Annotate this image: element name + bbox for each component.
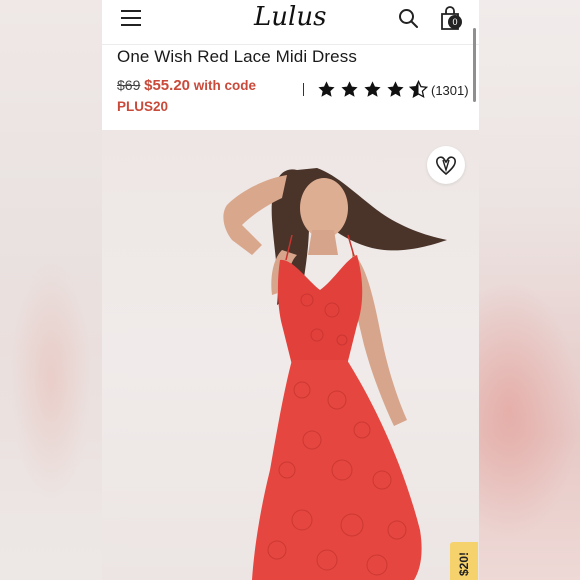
price-block: $69 $55.20 with code PLUS20 bbox=[117, 75, 317, 117]
star-rating[interactable] bbox=[317, 80, 432, 100]
star-icon bbox=[341, 81, 358, 97]
star-icon bbox=[364, 81, 381, 97]
top-navigation-bar: Lulus 0 bbox=[102, 0, 479, 45]
model-photo bbox=[223, 168, 447, 580]
promo-tab-label: $20! bbox=[457, 551, 471, 576]
promo-tab[interactable]: $20! bbox=[450, 542, 478, 580]
star-icon bbox=[387, 81, 404, 97]
lulus-logo[interactable]: Lulus bbox=[252, 0, 328, 34]
review-count[interactable]: (1301) bbox=[431, 83, 469, 98]
scrollbar-thumb[interactable] bbox=[473, 28, 476, 102]
menu-icon[interactable] bbox=[121, 10, 141, 26]
search-icon[interactable] bbox=[398, 8, 418, 28]
with-code-label: with code bbox=[193, 78, 257, 93]
product-title: One Wish Red Lace Midi Dress bbox=[117, 47, 357, 66]
logo-text: Lulus bbox=[253, 2, 326, 32]
star-icon bbox=[318, 81, 335, 97]
heart-icon bbox=[436, 156, 456, 176]
promo-code: PLUS20 bbox=[117, 99, 169, 114]
cart-count-badge: 0 bbox=[448, 15, 462, 29]
favorite-button[interactable] bbox=[427, 146, 465, 184]
rating-divider bbox=[303, 83, 304, 96]
product-page: Lulus 0 One Wish Red Lace Midi Dress $69… bbox=[102, 0, 479, 580]
original-price: $69 bbox=[117, 77, 141, 93]
left-background bbox=[0, 0, 102, 580]
half-star-icon bbox=[409, 80, 428, 99]
sale-price: $55.20 bbox=[144, 77, 191, 94]
product-image[interactable]: $20! bbox=[102, 130, 479, 580]
right-background bbox=[479, 0, 580, 580]
